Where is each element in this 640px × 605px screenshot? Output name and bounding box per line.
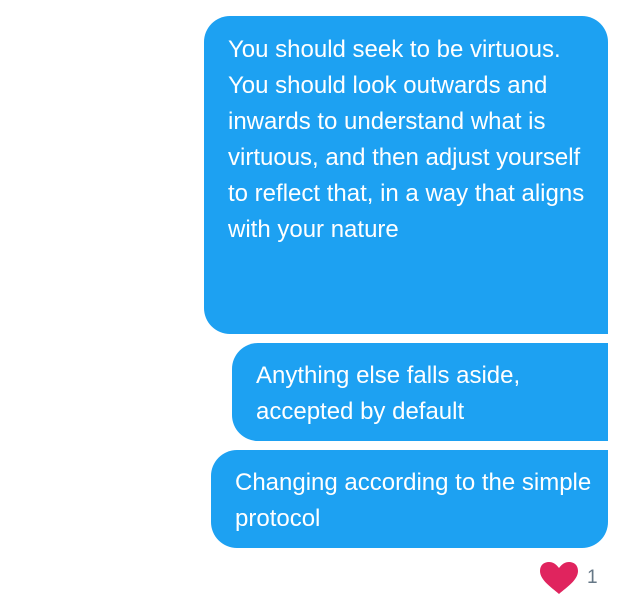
heart-icon[interactable]: [538, 561, 580, 595]
message-bubble-2[interactable]: Anything else falls aside, accepted by d…: [232, 343, 608, 441]
reaction-count: 1: [587, 567, 598, 588]
message-bubble-1[interactable]: You should seek to be virtuous. You shou…: [204, 16, 608, 334]
like-reaction[interactable]: 1: [538, 561, 618, 595]
message-thread: You should seek to be virtuous. You shou…: [0, 0, 640, 605]
message-bubble-3[interactable]: Changing according to the simple protoco…: [211, 450, 608, 548]
